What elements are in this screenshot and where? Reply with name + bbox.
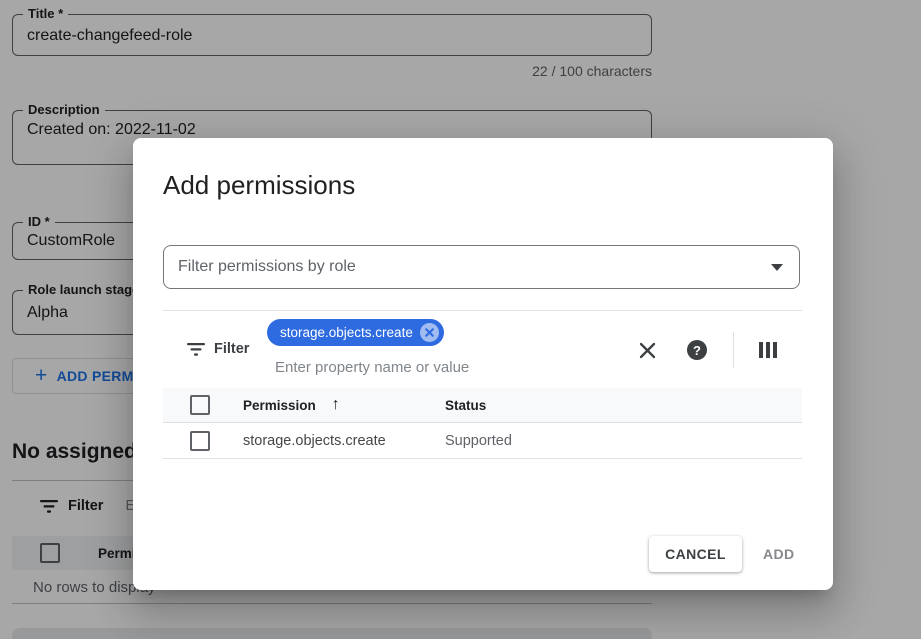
help-glyph: ?	[693, 343, 701, 358]
filter-label: Filter	[214, 341, 249, 357]
status-cell: Supported	[445, 433, 512, 449]
row-checkbox[interactable]	[190, 431, 210, 451]
toolbar-divider	[733, 332, 734, 368]
add-permissions-dialog: Add permissions Filter permissions by ro…	[133, 138, 833, 590]
cancel-button[interactable]: CANCEL	[649, 536, 742, 572]
select-all-checkbox[interactable]	[190, 395, 210, 415]
filter-chip[interactable]: storage.objects.create	[267, 319, 444, 346]
table-row: storage.objects.create Supported	[163, 423, 802, 459]
filter-help-button[interactable]: ?	[684, 337, 710, 363]
close-icon	[639, 342, 656, 359]
permissions-table-header-row: Permission ↑ Status	[163, 388, 802, 423]
help-icon: ?	[687, 340, 707, 360]
filter-funnel-icon	[187, 343, 205, 356]
chip-remove-icon[interactable]	[420, 323, 439, 342]
dialog-title: Add permissions	[163, 170, 355, 201]
chevron-down-icon	[771, 264, 783, 271]
clear-filter-button[interactable]	[634, 337, 660, 363]
permissions-filter-toolbar: Filter storage.objects.create Enter prop…	[163, 310, 802, 388]
permission-header-label: Permission	[243, 398, 316, 413]
columns-icon	[759, 342, 778, 358]
permission-column-header[interactable]: Permission ↑	[243, 396, 445, 414]
filter-by-role-placeholder: Filter permissions by role	[178, 258, 771, 276]
screen: Title * create-changefeed-role 22 / 100 …	[0, 0, 921, 639]
permissions-table: Permission ↑ Status storage.objects.crea…	[163, 388, 802, 459]
filter-chip-label: storage.objects.create	[280, 325, 413, 340]
filter-control[interactable]: Filter	[187, 341, 249, 357]
filter-by-role-dropdown[interactable]: Filter permissions by role	[163, 245, 800, 289]
header-checkbox-cell	[163, 395, 243, 415]
permission-cell: storage.objects.create	[243, 433, 445, 449]
status-header-label: Status	[445, 398, 486, 413]
sort-ascending-icon: ↑	[332, 396, 340, 414]
status-column-header[interactable]: Status	[445, 398, 486, 413]
row-checkbox-cell	[163, 431, 243, 451]
column-display-button[interactable]	[755, 337, 781, 363]
filter-input-placeholder[interactable]: Enter property name or value	[275, 359, 469, 376]
add-button[interactable]: ADD	[763, 536, 795, 572]
